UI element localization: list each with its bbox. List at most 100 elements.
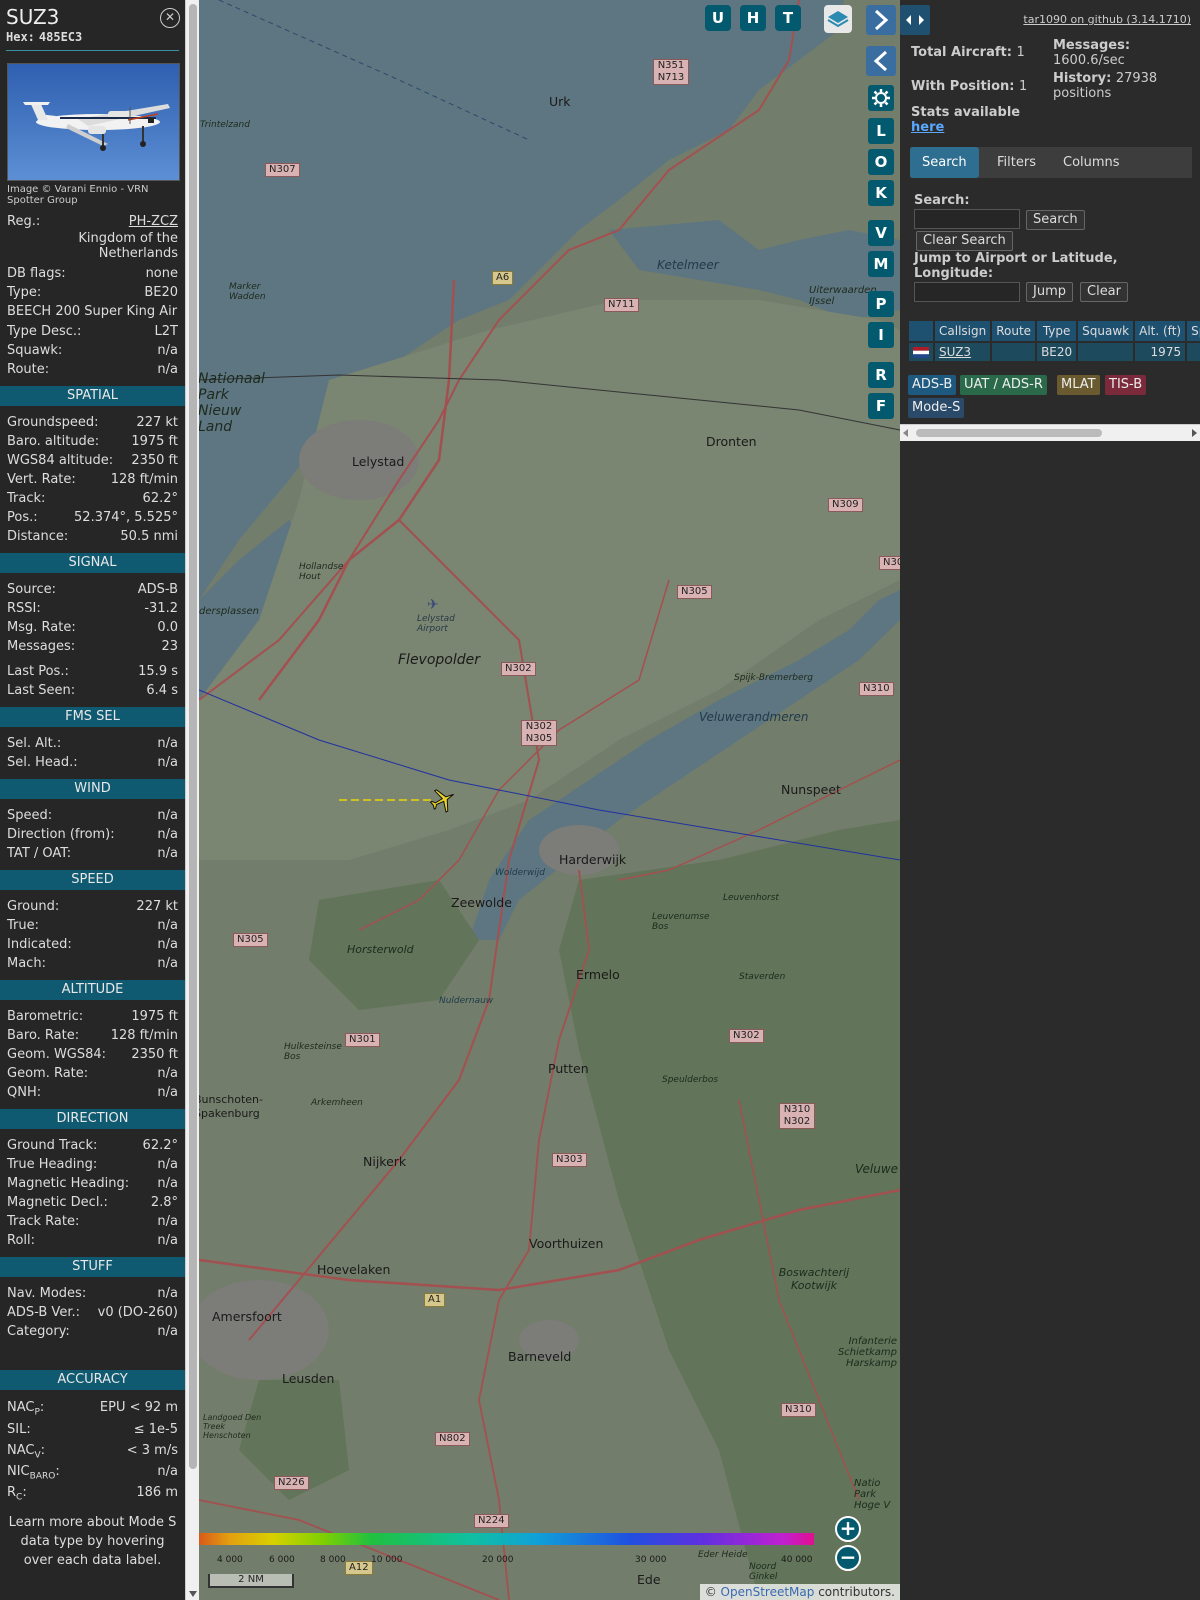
label-trintelzand: Trintelzand [200, 120, 250, 130]
aircraft-photo[interactable] [7, 63, 180, 181]
sidebar-scrollbar[interactable] [185, 0, 200, 1600]
settings-gear-icon[interactable] [868, 85, 894, 111]
search-input[interactable] [914, 209, 1020, 229]
col-spd[interactable]: Spd. [1187, 321, 1200, 341]
col-type[interactable]: Type [1037, 321, 1077, 341]
map-button-p[interactable]: P [868, 291, 894, 317]
nacv-row: NACV: < 3 m/s [0, 1440, 185, 1461]
label-barneveld: Barneveld [508, 1349, 572, 1364]
label-lelystad: Lelystad [352, 454, 405, 469]
table-row[interactable]: SUZ3 BE20 1975 [909, 343, 1200, 361]
table-hscrollbar[interactable] [900, 424, 1200, 441]
label-infanterie: Infanterie Schietkamp Harskamp [837, 1336, 897, 1369]
label-horsterwold: Horsterwold [347, 943, 414, 956]
scroll-down-arrow-icon[interactable] [189, 1591, 197, 1597]
hscroll-thumb[interactable] [916, 429, 1102, 437]
sidebar-scroll-thumb[interactable] [189, 4, 197, 1469]
label-veluwerandmeren: Veluwerandmeren [699, 710, 809, 724]
squawk-row: Squawk: n/a [0, 341, 185, 360]
map-button-v[interactable]: V [868, 220, 894, 246]
info-label: Speed: [7, 808, 53, 823]
map-button-u[interactable]: U [705, 5, 731, 31]
scroll-right-arrow-icon[interactable] [1192, 429, 1197, 437]
tab-filters[interactable]: Filters [985, 147, 1048, 178]
jump-button[interactable]: Jump [1026, 282, 1073, 302]
info-row: Sel. Head.: n/a [0, 753, 185, 772]
label-boswachterij: Boswachterij Kootwijk [778, 1266, 850, 1292]
prev-arrow-icon[interactable] [866, 46, 896, 76]
scale-bar: 2 NM [208, 1574, 294, 1588]
wind-list: Speed: n/a Direction (from): n/a TAT / OAT: n… [0, 806, 185, 863]
zoom-in-icon[interactable]: + [835, 1516, 861, 1542]
info-row: WGS84 altitude: 2350 ft [0, 451, 185, 470]
info-label: WGS84 altitude: [7, 453, 114, 468]
aircraft-marker-icon[interactable] [429, 786, 457, 818]
info-value: 15.9 s [138, 664, 178, 679]
info-row: Messages: 23 [0, 637, 185, 656]
col-flag[interactable] [909, 321, 933, 341]
reg-link[interactable]: PH-ZCZ [129, 212, 178, 231]
map-button-f[interactable]: F [868, 393, 894, 419]
row-route [992, 343, 1036, 361]
zoom-out-icon[interactable]: − [835, 1545, 861, 1571]
clear-jump-button[interactable]: Clear [1080, 282, 1128, 302]
map-button-h[interactable]: H [740, 5, 766, 31]
road-shield-20: N310 [859, 682, 894, 696]
info-label: ADS-B Ver.: [7, 1305, 80, 1320]
colorbar-tick-7: 40 000 [781, 1555, 813, 1565]
label-urk: Urk [549, 94, 571, 109]
map-view[interactable]: Urk Lelystad Dronten Flevopolder Harderw… [199, 0, 900, 1600]
info-value: n/a [157, 1286, 178, 1301]
history: History: 27938 positions [1053, 71, 1193, 101]
next-arrow-icon[interactable] [866, 5, 896, 35]
scroll-left-arrow-icon[interactable] [903, 429, 908, 437]
legend-tisb: TIS-B [1105, 375, 1147, 395]
info-row: Msg. Rate: 0.0 [0, 618, 185, 637]
callsign-title: SUZ3 [6, 5, 60, 29]
label-flevopolder: Flevopolder [398, 652, 481, 668]
col-route[interactable]: Route [992, 321, 1036, 341]
toggle-sidebar-icon[interactable] [900, 5, 930, 35]
type-value: BE20 [144, 285, 178, 300]
total-aircraft: Total Aircraft: 1 [911, 45, 1025, 60]
jump-input[interactable] [914, 282, 1020, 302]
map-button-o[interactable]: O [868, 149, 894, 175]
map-button-m[interactable]: M [868, 251, 894, 277]
info-row: Barometric: 1975 ft [0, 1007, 185, 1026]
map-button-k[interactable]: K [868, 180, 894, 206]
road-shield-3: A6 [492, 271, 514, 285]
stats-link[interactable]: here [911, 120, 944, 135]
clear-search-button[interactable]: Clear Search [916, 231, 1013, 251]
osm-link[interactable]: OpenStreetMap [721, 1585, 815, 1599]
search-button[interactable]: Search [1026, 210, 1085, 230]
col-alt[interactable]: Alt. (ft) [1135, 321, 1186, 341]
github-link[interactable]: tar1090 on github (3.14.1710) [1023, 13, 1191, 26]
attribution-prefix: © [704, 1585, 721, 1599]
sil-row: SIL: ≤ 1e-5 [0, 1419, 185, 1440]
map-button-r[interactable]: R [868, 362, 894, 388]
info-label: RSSI: [7, 601, 41, 616]
map-button-l[interactable]: L [868, 118, 894, 144]
info-row: Ground Track: 62.2° [0, 1136, 185, 1155]
tab-search[interactable]: Search [910, 147, 979, 178]
nic-value: n/a [157, 1464, 178, 1479]
info-label: Barometric: [7, 1009, 84, 1024]
info-row: Indicated: n/a [0, 935, 185, 954]
close-icon[interactable]: ✕ [160, 8, 180, 28]
legend-mlat: MLAT [1057, 375, 1100, 395]
section-accuracy: ACCURACY [0, 1370, 185, 1390]
tab-columns[interactable]: Columns [1051, 147, 1132, 178]
col-callsign[interactable]: Callsign [935, 321, 991, 341]
label-noord-ginkel: Noord Ginkel [749, 1562, 778, 1582]
col-squawk[interactable]: Squawk [1078, 321, 1134, 341]
info-label: Distance: [7, 529, 69, 544]
map-button-i[interactable]: I [868, 322, 894, 348]
colorbar-tick-1: 4 000 [217, 1555, 243, 1565]
info-row: Magnetic Decl.: 2.8° [0, 1193, 185, 1212]
row-callsign[interactable]: SUZ3 [935, 343, 991, 361]
map-button-t[interactable]: T [775, 5, 801, 31]
altitude-list: Barometric: 1975 ft Baro. Rate: 128 ft/min G… [0, 1007, 185, 1102]
label-markerwadden: Marker Wadden [229, 282, 266, 302]
layers-icon[interactable] [824, 5, 852, 33]
info-row: Pos.: 52.374°, 5.525° [0, 508, 185, 527]
